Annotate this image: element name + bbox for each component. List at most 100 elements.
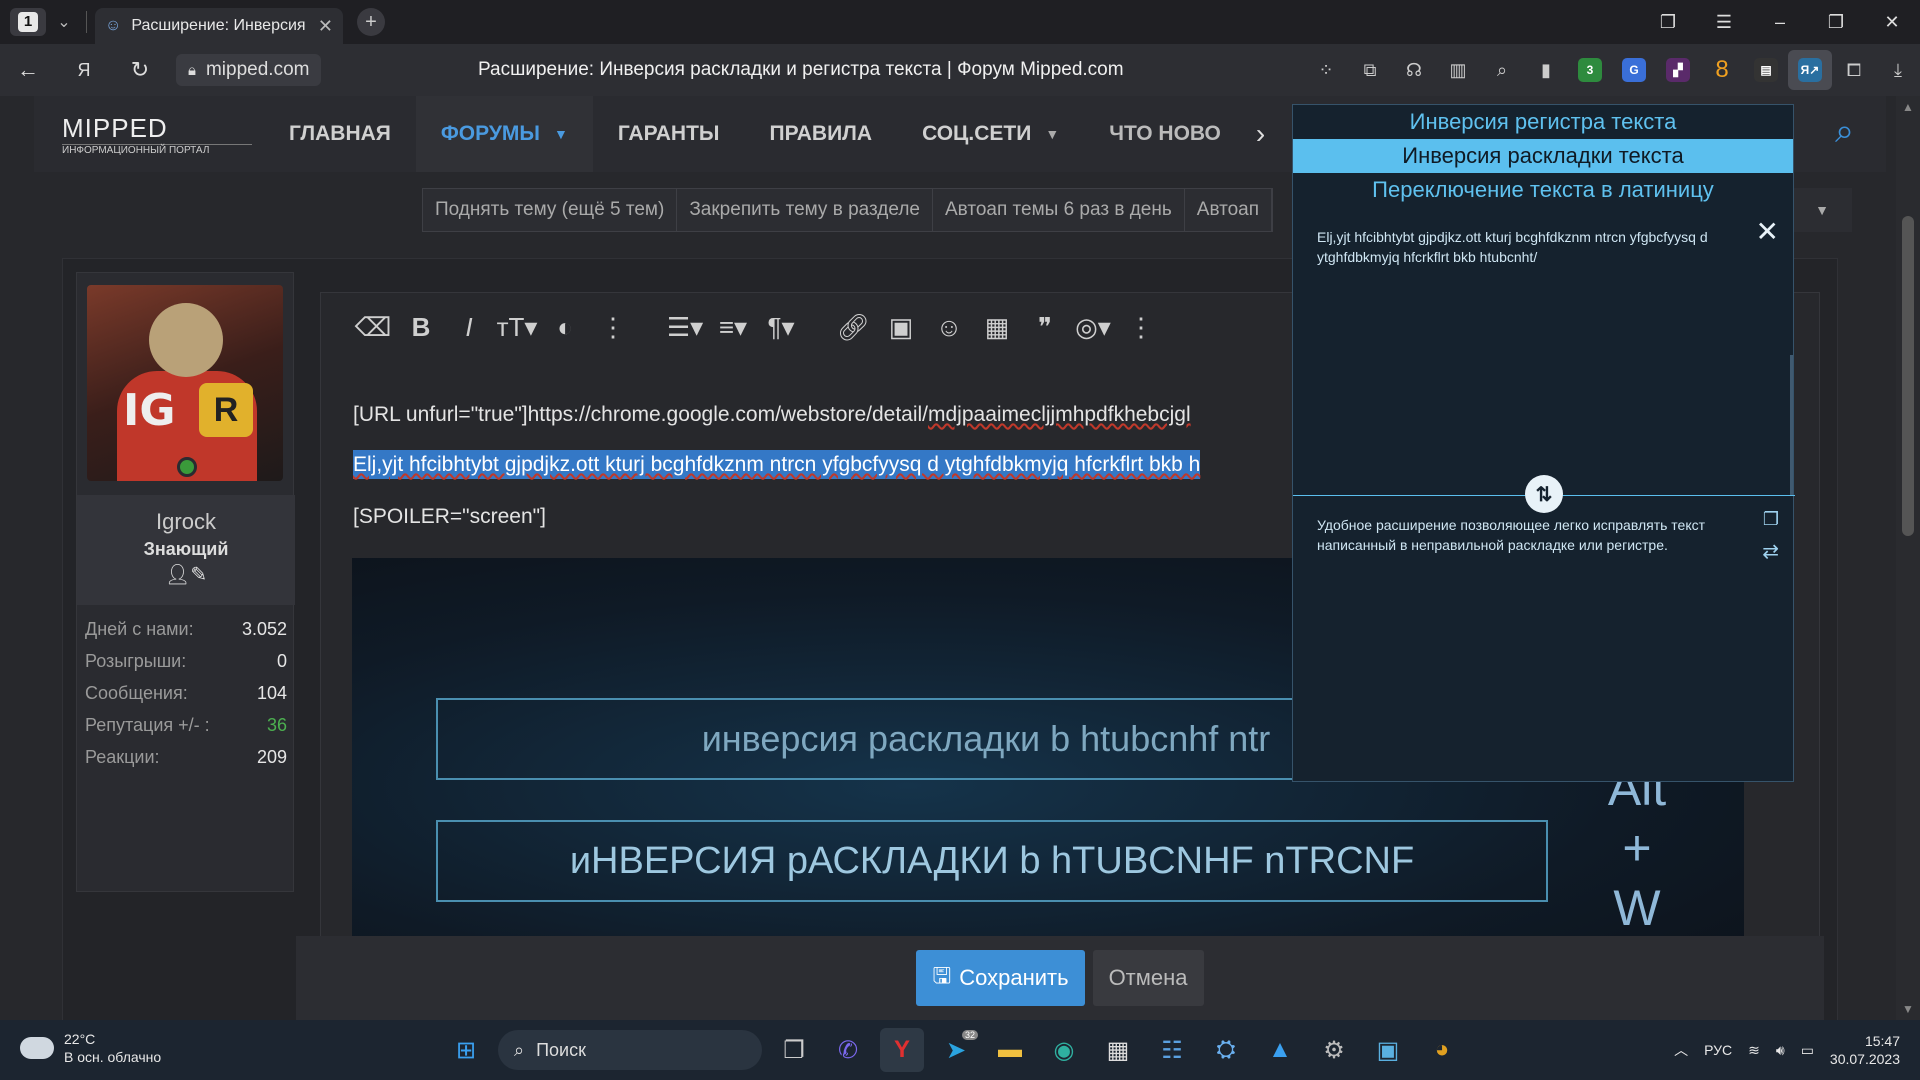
layout-inversion-extension-icon[interactable]: Я↗ bbox=[1788, 50, 1832, 90]
store-icon[interactable]: ▦ bbox=[1096, 1028, 1140, 1072]
palette-icon[interactable]: ◐ bbox=[541, 312, 589, 343]
zoom-icon[interactable]: ⌕ bbox=[1480, 44, 1524, 96]
emoji-icon[interactable]: ☺ bbox=[925, 312, 973, 343]
yandex-home-button[interactable]: Я bbox=[56, 44, 112, 96]
reader-icon[interactable]: ▥ bbox=[1436, 44, 1480, 96]
nav-home[interactable]: ГЛАВНАЯ bbox=[264, 96, 416, 172]
yandex-browser-icon[interactable]: Y bbox=[880, 1028, 924, 1072]
avatar[interactable]: IG R bbox=[87, 285, 283, 481]
italic-icon[interactable]: I bbox=[445, 312, 493, 343]
downloads-icon[interactable]: ⤓ bbox=[1876, 44, 1920, 96]
apps-icon[interactable]: ⁘ bbox=[1304, 44, 1348, 96]
telegram-icon[interactable]: ➤ 32 bbox=[934, 1028, 978, 1072]
chat-icon[interactable]: ✆ bbox=[826, 1028, 870, 1072]
settings-icon[interactable]: ⚙ bbox=[1312, 1028, 1356, 1072]
back-button[interactable]: ← bbox=[0, 44, 56, 96]
search-icon[interactable]: ⌕ bbox=[1835, 112, 1854, 151]
menu-icon[interactable]: ☰ bbox=[1696, 0, 1752, 44]
image-viewer-icon[interactable]: ▣ bbox=[1366, 1028, 1410, 1072]
chevron-down-icon[interactable]: ▼ bbox=[1045, 126, 1059, 142]
list-icon[interactable]: ☰▾ bbox=[661, 312, 709, 343]
bold-icon[interactable]: B bbox=[397, 312, 445, 343]
quote-icon[interactable]: ❞ bbox=[1021, 312, 1069, 343]
clock[interactable]: 15:47 30.07.2023 bbox=[1830, 1032, 1900, 1068]
promo-autoup-2[interactable]: Автоап bbox=[1185, 189, 1273, 231]
coin-extension-icon[interactable]: 8 bbox=[1700, 44, 1744, 96]
palette-extension-icon[interactable]: ▤ bbox=[1744, 44, 1788, 96]
close-window-button[interactable]: ✕ bbox=[1864, 0, 1920, 44]
shield-extension-icon[interactable]: 3 bbox=[1568, 44, 1612, 96]
nav-forums[interactable]: ФОРУМЫ ▼ bbox=[415, 96, 593, 172]
taskbar-search[interactable]: ⌕ Поиск bbox=[498, 1030, 762, 1070]
hide-icon[interactable]: ◎▾ bbox=[1069, 312, 1117, 343]
artstudio-icon[interactable]: ▲ bbox=[1258, 1028, 1302, 1072]
nav-rules[interactable]: ПРАВИЛА bbox=[744, 96, 897, 172]
save-button[interactable]: 🖫︎ Сохранить bbox=[916, 950, 1085, 1006]
editor-line-spoiler[interactable]: [SPOILER="screen"] bbox=[353, 505, 546, 529]
chevron-right-icon[interactable]: › bbox=[1246, 118, 1275, 150]
editor-line-selected[interactable]: Elj,yjt hfcibhtybt gjpdjkz.ott kturj bcg… bbox=[353, 450, 1201, 479]
mode-layout-inversion[interactable]: Инверсия раскладки текста bbox=[1293, 139, 1793, 173]
collections-icon[interactable]: ❐ bbox=[1640, 0, 1696, 44]
bookmark-icon[interactable]: ▮ bbox=[1524, 44, 1568, 96]
image-icon[interactable]: ▣ bbox=[877, 312, 925, 343]
editor-line-url[interactable]: [URL unfurl="true"]https://chrome.google… bbox=[353, 403, 1191, 427]
file-explorer-icon[interactable]: ▬ bbox=[988, 1028, 1032, 1072]
nav-guarantors[interactable]: ГАРАНТЫ bbox=[593, 96, 745, 172]
control-panel-icon[interactable]: ☷ bbox=[1150, 1028, 1194, 1072]
cancel-button[interactable]: Отмена bbox=[1092, 950, 1204, 1006]
more-vertical-icon[interactable]: ⋮ bbox=[589, 312, 637, 343]
color-picker-extension-icon[interactable]: ▞ bbox=[1656, 44, 1700, 96]
url-field[interactable]: 🔒︎ mipped.com bbox=[176, 54, 322, 86]
task-view-icon[interactable]: ❐ bbox=[772, 1028, 816, 1072]
puzzle-extensions-icon[interactable]: ⧠ bbox=[1832, 44, 1876, 96]
minimize-button[interactable]: – bbox=[1752, 0, 1808, 44]
promo-bump[interactable]: Поднять тему (ещё 5 тем) bbox=[423, 189, 678, 231]
volume-icon[interactable]: 🔊︎ bbox=[1776, 1042, 1785, 1059]
tabs-dropdown-icon[interactable]: ⌄ bbox=[50, 8, 78, 36]
share-icon[interactable]: ⧉ bbox=[1348, 44, 1392, 96]
restore-button[interactable]: ❐ bbox=[1808, 0, 1864, 44]
popup-input-text[interactable]: Elj,yjt hfcibhtybt gjpdjkz.ott kturj bcg… bbox=[1317, 227, 1747, 267]
font-size-icon[interactable]: тT▾ bbox=[493, 312, 541, 343]
scroll-down-icon[interactable]: ▼ bbox=[1896, 1002, 1920, 1016]
copy-icon[interactable]: ❐ bbox=[1763, 509, 1779, 530]
scrollbar-thumb[interactable] bbox=[1902, 216, 1914, 536]
new-tab-button[interactable]: + bbox=[357, 8, 385, 36]
popup-output-text[interactable]: Удобное расширение позволяющее легко исп… bbox=[1317, 515, 1747, 555]
nav-social[interactable]: СОЦ.СЕТИ ▼ bbox=[897, 96, 1084, 172]
browser-tab-active[interactable]: ☺ Расширение: Инверсия раскладки и регис… bbox=[95, 8, 343, 44]
battery-icon[interactable]: ▭ bbox=[1801, 1042, 1814, 1059]
username[interactable]: Igrock bbox=[77, 509, 295, 535]
windows-start-icon[interactable]: ⊞ bbox=[444, 1028, 488, 1072]
replace-icon[interactable]: ⇄ bbox=[1762, 539, 1779, 564]
align-icon[interactable]: ≡▾ bbox=[709, 312, 757, 343]
wifi-icon[interactable]: ≋ bbox=[1748, 1042, 1760, 1059]
chevron-up-icon[interactable]: ︿ bbox=[1674, 1040, 1688, 1060]
popup-input-scrollbar[interactable] bbox=[1790, 355, 1793, 495]
headphones-icon[interactable]: ☊ bbox=[1392, 44, 1436, 96]
mode-case-inversion[interactable]: Инверсия регистра текста bbox=[1293, 105, 1793, 139]
swap-icon[interactable]: ⇅ bbox=[1525, 475, 1563, 513]
installer-icon[interactable]: ⛭ bbox=[1204, 1028, 1248, 1072]
site-logo[interactable]: MIPPED ИНФОРМАЦИОННЫЙ ПОРТАЛ bbox=[34, 96, 264, 172]
chevron-down-icon[interactable]: ▼ bbox=[554, 126, 568, 142]
language-indicator[interactable]: РУС bbox=[1704, 1042, 1732, 1058]
close-icon[interactable]: ✕ bbox=[1756, 215, 1779, 248]
promo-autoup[interactable]: Автоап темы 6 раз в день bbox=[933, 189, 1185, 231]
link-icon[interactable]: 🔗︎ bbox=[829, 312, 877, 343]
scroll-up-icon[interactable]: ▲ bbox=[1896, 100, 1920, 114]
paragraph-icon[interactable]: ¶▾ bbox=[757, 312, 805, 343]
tab-close-icon[interactable]: ✕ bbox=[318, 16, 333, 37]
gallery-icon[interactable]: ▦ bbox=[973, 312, 1021, 343]
edge-icon[interactable]: ◉ bbox=[1042, 1028, 1086, 1072]
tab-counter-button[interactable]: 1 bbox=[10, 8, 46, 36]
mode-transliteration[interactable]: Переключение текста в латиницу bbox=[1293, 173, 1793, 207]
promo-dropdown-icon[interactable]: ▼ bbox=[1792, 188, 1852, 232]
more-vertical-icon[interactable]: ⋮ bbox=[1117, 312, 1165, 343]
translate-extension-icon[interactable]: G bbox=[1612, 44, 1656, 96]
nav-whats-new[interactable]: ЧТО НОВО bbox=[1084, 96, 1246, 172]
eraser-icon[interactable]: ⌫ bbox=[349, 312, 397, 343]
page-scrollbar[interactable]: ▲ ▼ bbox=[1896, 96, 1920, 1020]
promo-pin[interactable]: Закрепить тему в разделе bbox=[677, 189, 933, 231]
